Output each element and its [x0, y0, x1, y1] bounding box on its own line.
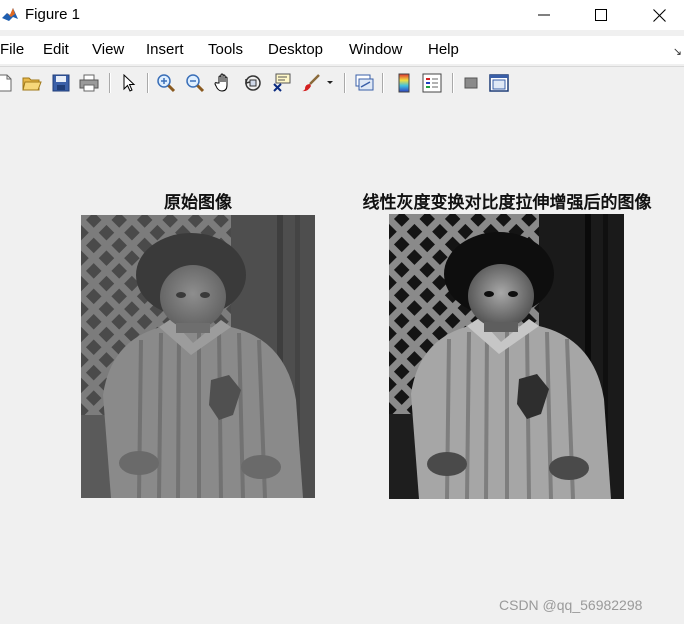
right-axes-title: 线性灰度变换对比度拉伸增强后的图像 — [362, 193, 652, 213]
menu-help[interactable]: Help — [428, 41, 459, 58]
hide-plot-tools-icon[interactable] — [460, 72, 482, 94]
dock-arrow-icon[interactable]: ↘ — [673, 45, 682, 58]
maximize-button[interactable] — [578, 0, 624, 30]
menu-insert[interactable]: Insert — [146, 41, 184, 58]
minimize-button[interactable] — [521, 0, 567, 30]
data-cursor-icon[interactable] — [271, 72, 293, 94]
zoom-in-icon[interactable] — [155, 72, 177, 94]
close-icon — [652, 8, 666, 22]
window-title: Figure 1 — [25, 6, 81, 23]
close-button[interactable] — [636, 0, 682, 30]
save-icon[interactable] — [50, 72, 72, 94]
menu-window[interactable]: Window — [349, 41, 402, 58]
new-figure-icon[interactable] — [0, 72, 16, 94]
original-image[interactable] — [81, 215, 315, 498]
maximize-icon — [595, 9, 607, 21]
show-plot-tools-icon[interactable] — [488, 72, 510, 94]
brush-icon[interactable] — [300, 72, 322, 94]
pan-hand-icon[interactable] — [213, 72, 235, 94]
title-bar: Figure 1 — [0, 0, 684, 30]
menu-edit[interactable]: Edit — [43, 41, 69, 58]
menu-tools[interactable]: Tools — [208, 41, 243, 58]
print-icon[interactable] — [78, 72, 100, 94]
watermark: CSDN @qq_56982298 — [499, 597, 643, 613]
toolbar-separator — [344, 73, 346, 93]
colorbar-icon[interactable] — [393, 72, 415, 94]
menu-view[interactable]: View — [92, 41, 124, 58]
figure-toolbar — [0, 68, 684, 98]
contrast-stretched-image[interactable] — [389, 214, 624, 499]
brush-dropdown-icon[interactable] — [324, 72, 336, 94]
toolbar-separator — [452, 73, 454, 93]
open-file-icon[interactable] — [21, 72, 43, 94]
matlab-logo-icon — [1, 5, 19, 23]
menu-bar: File Edit View Insert Tools Desktop Wind… — [0, 36, 684, 64]
zoom-out-icon[interactable] — [184, 72, 206, 94]
link-plot-icon[interactable] — [353, 72, 375, 94]
left-axes-title: 原始图像 — [164, 193, 232, 213]
menu-desktop[interactable]: Desktop — [268, 41, 323, 58]
rotate-3d-icon[interactable] — [242, 72, 264, 94]
menu-divider — [0, 66, 684, 67]
legend-icon[interactable] — [421, 72, 443, 94]
toolbar-separator — [147, 73, 149, 93]
menu-file[interactable]: File — [0, 41, 24, 58]
toolbar-separator — [109, 73, 111, 93]
toolbar-separator — [382, 73, 384, 93]
minimize-icon — [538, 9, 550, 21]
pointer-icon[interactable] — [118, 72, 140, 94]
